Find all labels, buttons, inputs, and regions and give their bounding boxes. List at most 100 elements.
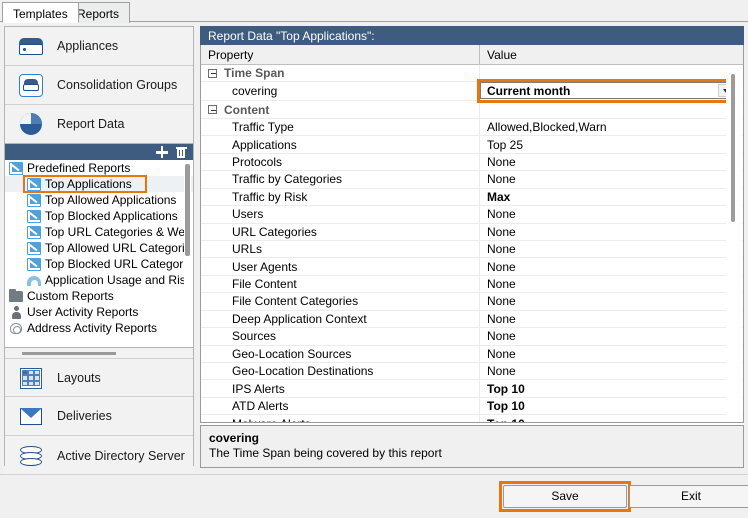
- grid-cell-value[interactable]: None: [480, 363, 743, 379]
- grid-cell-property: Geo-Location Sources: [201, 345, 480, 362]
- grid-cell-value: Current month: [477, 79, 743, 104]
- grid-property-label: User Agents: [232, 259, 298, 274]
- sidebar-item-deliveries[interactable]: Deliveries: [5, 397, 193, 436]
- grid-property-label: Geo-Location Sources: [232, 346, 352, 361]
- grid-scrollbar-thumb[interactable]: [731, 74, 735, 222]
- grid-cell-value[interactable]: Max: [480, 189, 743, 205]
- main-panel: Report Data "Top Applications": Property…: [200, 26, 744, 468]
- grid-cell-property: File Content Categories: [201, 293, 480, 310]
- grid-row[interactable]: Geo-Location Sources None: [201, 345, 743, 363]
- grid-scrollbar[interactable]: [726, 66, 742, 421]
- grid-row[interactable]: Deep Application Context None: [201, 310, 743, 329]
- plus-icon[interactable]: [154, 145, 170, 159]
- column-header-property: Property: [201, 45, 480, 64]
- database-icon: [17, 442, 45, 470]
- grid-cell-value[interactable]: None: [480, 171, 743, 187]
- sidebar-item-appliances[interactable]: Appliances: [5, 27, 193, 66]
- grid-cell-value[interactable]: None: [480, 258, 743, 274]
- grid-cell-property: Traffic by Categories: [201, 171, 480, 188]
- tree-item-label: Top Allowed Applications: [45, 193, 177, 207]
- grid-row[interactable]: IPS Alerts Top 10: [201, 380, 743, 398]
- grid-cell-value[interactable]: None: [480, 241, 743, 257]
- grid-cell-value[interactable]: None: [480, 346, 743, 362]
- time-span-dropdown[interactable]: Current month: [480, 82, 736, 100]
- tree-item[interactable]: Top URL Categories & We: [5, 224, 193, 240]
- grid-property-label: Geo-Location Destinations: [232, 364, 374, 379]
- grid-cell-value[interactable]: Top 25: [480, 136, 743, 152]
- grid-cell-value[interactable]: None: [480, 206, 743, 222]
- trash-icon[interactable]: [173, 145, 189, 159]
- tree-item[interactable]: Top Allowed Applications: [5, 192, 193, 208]
- grid-row[interactable]: Traffic by Risk Max: [201, 188, 743, 207]
- tree-item-label: Top Blocked Applications: [45, 209, 178, 223]
- tree-scrollbar-thumb[interactable]: [185, 164, 190, 256]
- folder-icon: [9, 288, 23, 303]
- grid-row[interactable]: Malware Alerts Top 10: [201, 415, 743, 422]
- grid-row[interactable]: User Agents None: [201, 258, 743, 276]
- grid-row[interactable]: ATD Alerts Top 10: [201, 397, 743, 416]
- sidebar-item-active-directory-server[interactable]: Active Directory Server: [5, 436, 193, 475]
- chart-icon: [9, 161, 23, 175]
- grid-cell-value[interactable]: None: [480, 293, 743, 309]
- tree-toolbar: [5, 144, 193, 160]
- grid-property-label: Traffic by Categories: [232, 172, 343, 187]
- app-window: Templates Reports Appliances Consolidati…: [0, 0, 748, 518]
- grid-property-label: IPS Alerts: [232, 381, 285, 396]
- grid-row[interactable]: File Content None: [201, 275, 743, 294]
- sidebar-item-consolidation-groups[interactable]: Consolidation Groups: [5, 66, 193, 105]
- grid-row-covering[interactable]: covering Current month: [201, 79, 743, 104]
- grid-row[interactable]: URLs None: [201, 240, 743, 259]
- grid-cell-value[interactable]: Top 10: [480, 380, 743, 396]
- tree-item[interactable]: Top Applications: [5, 176, 193, 192]
- grid-group-row[interactable]: Content: [201, 101, 743, 119]
- grid-cell-value[interactable]: None: [480, 328, 743, 344]
- grid-cell-value[interactable]: None: [480, 224, 743, 240]
- tree-item[interactable]: Predefined Reports: [5, 160, 193, 176]
- grid-row[interactable]: File Content Categories None: [201, 293, 743, 311]
- grid-cell-value: [480, 101, 743, 117]
- grid-row[interactable]: Traffic by Categories None: [201, 171, 743, 189]
- tree-item-label: Application Usage and Ris: [45, 273, 186, 287]
- grid-cell-value[interactable]: Allowed,Blocked,Warn: [480, 119, 743, 135]
- grid-cell-property: covering: [201, 82, 480, 101]
- grid-group-row[interactable]: Time Span: [201, 65, 743, 83]
- grid-row[interactable]: Traffic Type Allowed,Blocked,Warn: [201, 118, 743, 137]
- grid-cell-property: Deep Application Context: [201, 310, 480, 328]
- tree-item[interactable]: Application Usage and Ris: [5, 272, 193, 288]
- tree-item[interactable]: Top Blocked URL Categori: [5, 256, 193, 272]
- sidebar-item-layouts[interactable]: Layouts: [5, 358, 193, 397]
- tree-scrollbar[interactable]: [184, 163, 191, 344]
- grid-row[interactable]: Applications Top 25: [201, 136, 743, 154]
- grid-cell-value[interactable]: Top 10: [480, 415, 743, 422]
- user-icon: [9, 306, 23, 319]
- tree-item[interactable]: User Activity Reports: [5, 304, 193, 320]
- sidebar-item-report-data[interactable]: Report Data: [5, 105, 193, 144]
- tree-item[interactable]: Address Activity Reports: [5, 320, 193, 336]
- exit-button[interactable]: Exit: [629, 485, 748, 508]
- grid-row[interactable]: URL Categories None: [201, 223, 743, 241]
- tree-item[interactable]: Top Allowed URL Categori: [5, 240, 193, 256]
- grid-row[interactable]: Users None: [201, 206, 743, 224]
- collapse-expander-icon[interactable]: [208, 105, 217, 115]
- reports-tree[interactable]: Predefined Reports Top Applications Top Al…: [5, 160, 193, 347]
- tab-templates[interactable]: Templates: [2, 2, 79, 23]
- tree-item[interactable]: Top Blocked Applications: [5, 208, 193, 224]
- footer: Save Exit: [0, 476, 748, 518]
- grid-cell-value[interactable]: None: [480, 276, 743, 292]
- sidebar-item-label: Consolidation Groups: [57, 78, 178, 92]
- tree-item-label: Top Allowed URL Categori: [45, 241, 185, 255]
- grid-row[interactable]: Geo-Location Destinations None: [201, 363, 743, 381]
- grid-cell-value[interactable]: Top 10: [480, 398, 743, 414]
- grid-row[interactable]: Sources None: [201, 328, 743, 346]
- grid-cell-value[interactable]: None: [480, 311, 743, 327]
- save-button[interactable]: Save: [503, 485, 627, 508]
- collapse-expander-icon[interactable]: [208, 68, 217, 78]
- grid-property-label: ATD Alerts: [232, 399, 289, 414]
- grid-group-label: Time Span: [224, 66, 285, 81]
- tree-item[interactable]: Custom Reports: [5, 288, 193, 304]
- grid-cell-value[interactable]: None: [480, 154, 743, 170]
- grid-row[interactable]: Protocols None: [201, 153, 743, 172]
- chart-icon: [27, 193, 41, 207]
- sidebar-item-label: Deliveries: [57, 409, 112, 423]
- tree-item-label: Address Activity Reports: [27, 321, 158, 335]
